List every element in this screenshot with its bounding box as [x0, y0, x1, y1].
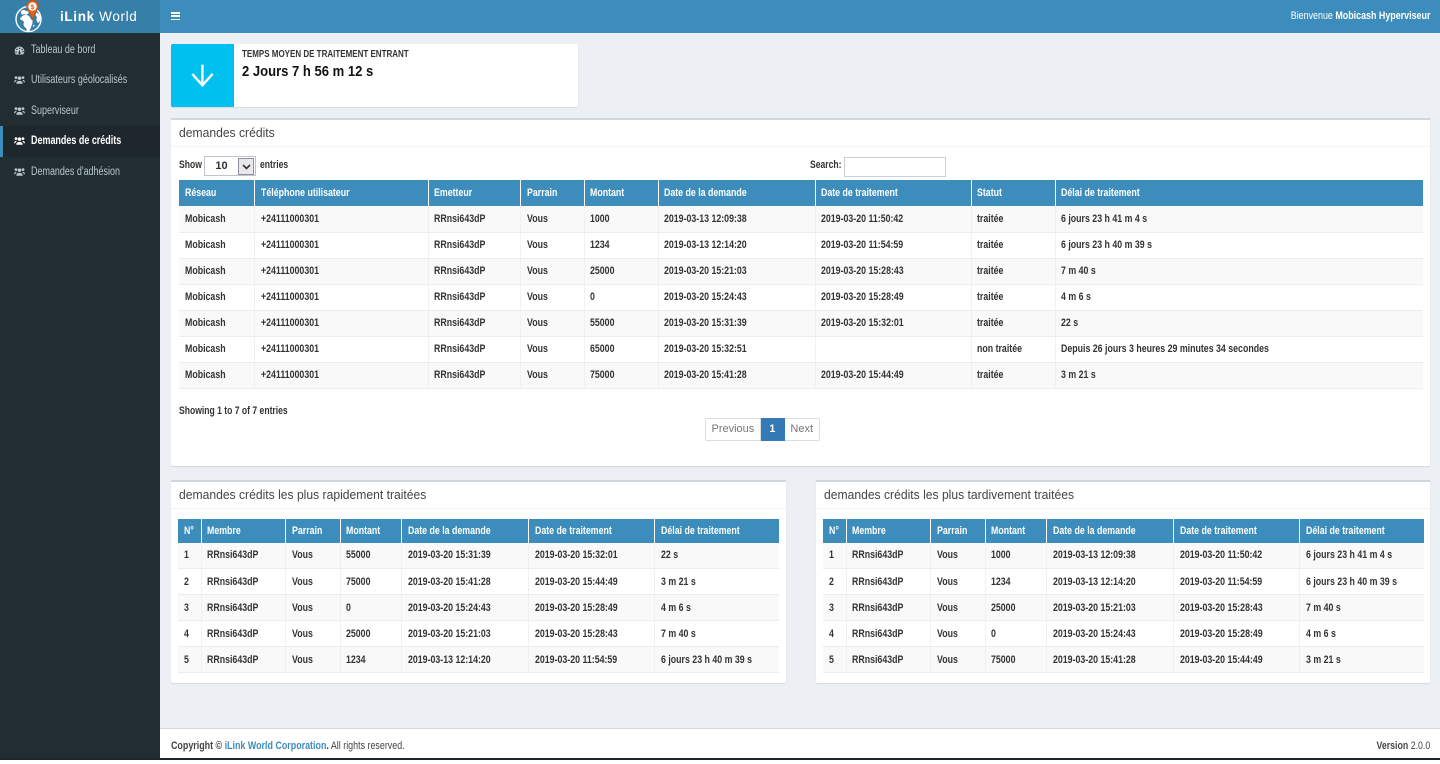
svg-text:$: $: [31, 4, 35, 11]
